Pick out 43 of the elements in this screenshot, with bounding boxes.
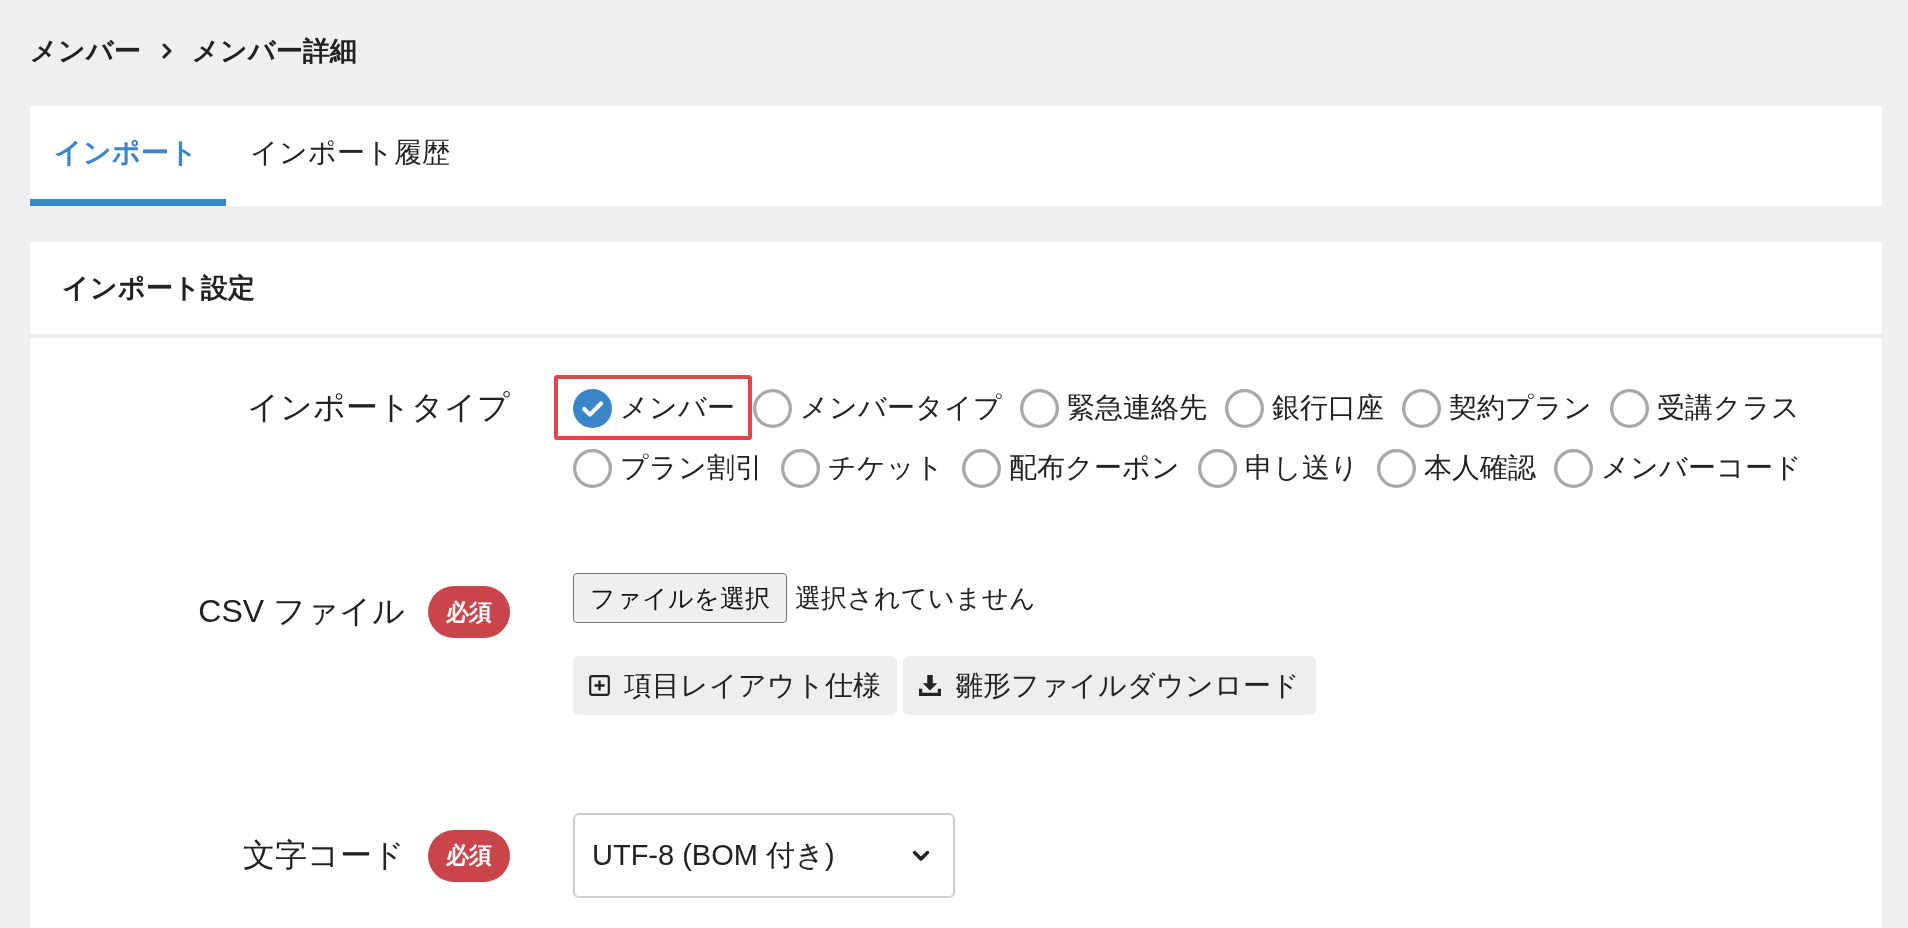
- option-label[interactable]: 本人確認: [1424, 449, 1536, 487]
- option-label[interactable]: プラン割引: [620, 449, 763, 487]
- tab[interactable]: インポート: [30, 106, 226, 206]
- chevron-down-icon: [912, 849, 930, 862]
- layout-spec-button[interactable]: 項目レイアウト仕様: [573, 656, 897, 715]
- field-label: 文字コード: [243, 835, 405, 875]
- plus-square-icon: [589, 675, 610, 696]
- radio-button[interactable]: [962, 448, 1001, 488]
- breadcrumb-link[interactable]: メンバー: [30, 33, 141, 69]
- radio-button[interactable]: [1610, 388, 1649, 428]
- option-label[interactable]: メンバー: [620, 389, 735, 427]
- option-label[interactable]: 契約プラン: [1449, 389, 1592, 427]
- radio-button[interactable]: [1554, 448, 1593, 488]
- radio-button[interactable]: [1198, 448, 1237, 488]
- file-status-text: 選択されていません: [795, 581, 1036, 615]
- field-label: インポートタイプ: [247, 388, 510, 427]
- radio-button[interactable]: [1225, 388, 1264, 428]
- option-label[interactable]: 配布クーポン: [1009, 449, 1180, 487]
- choose-file-button[interactable]: ファイルを選択: [573, 573, 787, 623]
- chevron-right-icon: [162, 43, 172, 59]
- radio-button[interactable]: [1377, 448, 1416, 488]
- download-icon: [919, 675, 941, 696]
- field-label: CSV ファイル: [198, 592, 405, 631]
- radio-button[interactable]: [1020, 388, 1059, 428]
- option-label[interactable]: 申し送り: [1245, 449, 1359, 487]
- radio-button[interactable]: [781, 448, 820, 488]
- option-label[interactable]: メンバーコード: [1601, 449, 1802, 487]
- required-badge: 必須: [428, 586, 510, 638]
- option-label[interactable]: 銀行口座: [1272, 389, 1384, 427]
- encoding-select[interactable]: UTF-8 (BOM 付き): [573, 813, 955, 898]
- required-badge: 必須: [428, 829, 510, 882]
- radio-button[interactable]: [573, 448, 612, 488]
- radio-button[interactable]: [753, 388, 792, 428]
- option-label[interactable]: 受講クラス: [1657, 389, 1800, 427]
- card-title: インポート設定: [62, 272, 255, 305]
- option-label[interactable]: メンバータイプ: [800, 389, 1002, 427]
- option-label[interactable]: 緊急連絡先: [1067, 389, 1207, 427]
- template-download-button[interactable]: 雛形ファイルダウンロード: [903, 656, 1316, 715]
- radio-button[interactable]: [573, 388, 612, 428]
- breadcrumb-current: メンバー詳細: [192, 35, 357, 68]
- option-label[interactable]: チケット: [828, 449, 944, 487]
- tab[interactable]: インポート履歴: [226, 106, 478, 206]
- radio-button[interactable]: [1402, 388, 1441, 428]
